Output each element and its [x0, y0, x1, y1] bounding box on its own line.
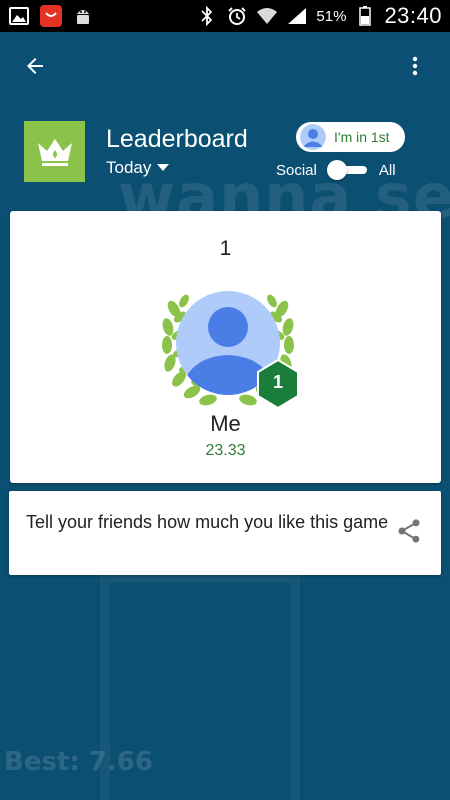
player-avatar: 1: [158, 279, 300, 411]
crown-icon: [37, 138, 72, 166]
toggle-social-label: Social: [276, 161, 317, 179]
page-title: Leaderboard: [106, 125, 248, 153]
back-button[interactable]: [14, 45, 56, 87]
player-name: Me: [210, 411, 241, 436]
battery-percent: 51%: [316, 7, 347, 25]
time-filter-label: Today: [106, 158, 152, 177]
bluetooth-icon: [196, 5, 218, 27]
background-best-score: Best: 7.66: [4, 747, 153, 777]
share-icon[interactable]: [395, 517, 423, 545]
rank-badge: 1: [256, 358, 300, 410]
app-bar: [0, 32, 450, 100]
dropdown-arrow-icon: [157, 164, 170, 171]
my-rank-label: I'm in 1st: [334, 129, 390, 145]
player-score: 23.33: [205, 442, 246, 459]
chip-avatar-icon: [300, 124, 326, 150]
toggle-all-label: All: [378, 161, 396, 179]
arrow-back-icon: [27, 58, 43, 74]
time-filter-dropdown[interactable]: Today: [106, 158, 170, 178]
more-vert-icon: [412, 56, 418, 76]
android-debug-icon: [72, 5, 94, 27]
social-all-toggle[interactable]: [326, 160, 369, 180]
rank-badge-number: 1: [272, 372, 283, 392]
game-icon: [24, 121, 85, 182]
signal-icon: [286, 5, 308, 27]
overflow-menu-button[interactable]: [394, 45, 436, 87]
share-prompt-text: Tell your friends how much you like this…: [26, 512, 389, 532]
battery-icon: [354, 5, 376, 27]
share-card[interactable]: Tell your friends how much you like this…: [9, 491, 441, 575]
wifi-icon: [256, 5, 278, 27]
gallery-icon: [8, 5, 30, 27]
player-rank: 1: [219, 237, 232, 260]
player-card[interactable]: 1 1 Me 23.33: [10, 211, 441, 483]
status-right-icons: 51% 23:40: [196, 3, 442, 29]
aliexpress-icon: [40, 5, 62, 27]
status-left-icons: [8, 5, 94, 27]
clock: 23:40: [384, 3, 442, 28]
social-all-toggle-row: Social All: [276, 160, 396, 180]
toggle-thumb: [326, 160, 347, 180]
status-bar: 51% 23:40: [0, 0, 450, 32]
alarm-icon: [226, 5, 248, 27]
my-rank-chip[interactable]: I'm in 1st: [296, 122, 405, 152]
